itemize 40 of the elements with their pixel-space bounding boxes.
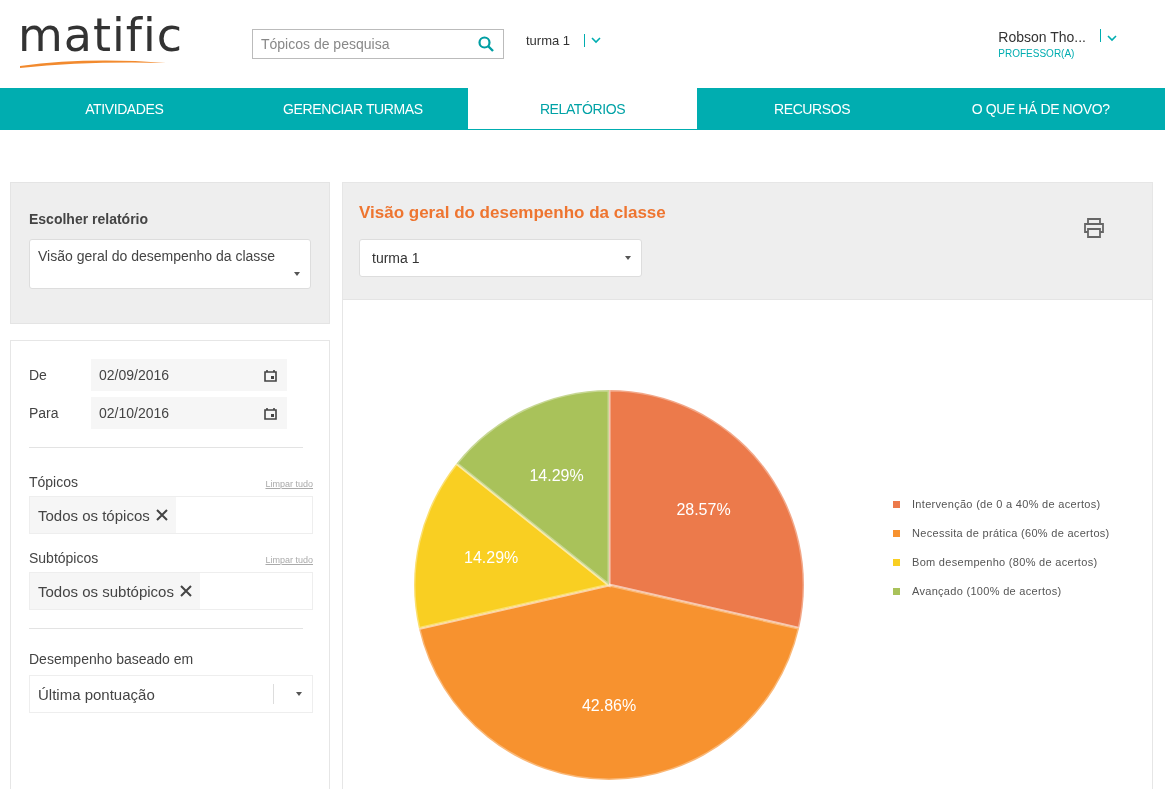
field-label: De <box>29 367 48 383</box>
field-label: Tópicos <box>29 474 79 490</box>
search-icon <box>478 36 494 52</box>
report-dropdown[interactable]: Visão geral do desempenho da classe <box>29 239 311 289</box>
field-label: Escolher relatório <box>29 211 150 227</box>
legend-label: Avançado (100% de acertos) <box>912 585 1062 597</box>
calendar-icon[interactable] <box>264 368 277 382</box>
search-field[interactable]: Tópicos de pesquisa <box>252 29 504 59</box>
legend-label: Necessita de prática (60% de acertos) <box>912 527 1110 539</box>
filter-tag: Todos os tópicos <box>30 497 176 533</box>
logo[interactable]: matific <box>18 13 184 57</box>
slice-label: 14.29% <box>464 549 519 567</box>
date-field[interactable]: 02/09/2016 <box>91 359 287 391</box>
caret-icon <box>625 256 631 260</box>
slice-label: 42.86% <box>581 696 637 714</box>
date-field[interactable]: 02/10/2016 <box>91 397 287 429</box>
class-dropdown[interactable]: turma 1 <box>359 239 642 277</box>
filter-tag: Todos os subtópicos <box>30 573 200 609</box>
calendar-icon[interactable] <box>264 406 277 420</box>
caret-icon <box>294 272 300 276</box>
print-icon[interactable] <box>1082 217 1106 239</box>
caret-icon <box>296 692 302 696</box>
legend-label: Bom desempenho (80% de acertos) <box>912 556 1098 568</box>
report-title: Visão geral do desempenho da classe <box>359 203 666 223</box>
user-name[interactable]: Robson Tho... <box>998 29 1086 45</box>
class-selector[interactable]: turma 1 <box>526 32 571 48</box>
tag-field[interactable]: Todos os subtópicos <box>29 572 313 610</box>
field-label: Para <box>29 405 60 421</box>
field-label: Desempenho baseado em <box>29 651 195 667</box>
remove-icon[interactable] <box>155 509 168 521</box>
performance-dropdown[interactable]: Última pontuação <box>29 675 313 713</box>
chevron-icon[interactable] <box>591 36 602 44</box>
slice-label: 14.29% <box>529 467 584 485</box>
legend-label: Intervenção (de 0 a 40% de acertos) <box>912 498 1101 510</box>
field-label: Subtópicos <box>29 550 99 566</box>
tag-field[interactable]: Todos os tópicos <box>29 496 313 534</box>
remove-icon[interactable] <box>179 585 192 597</box>
chevron-icon[interactable] <box>1107 34 1117 42</box>
slice-label: 28.57% <box>676 500 731 518</box>
user-role: PROFESSOR(A) <box>998 48 1076 59</box>
